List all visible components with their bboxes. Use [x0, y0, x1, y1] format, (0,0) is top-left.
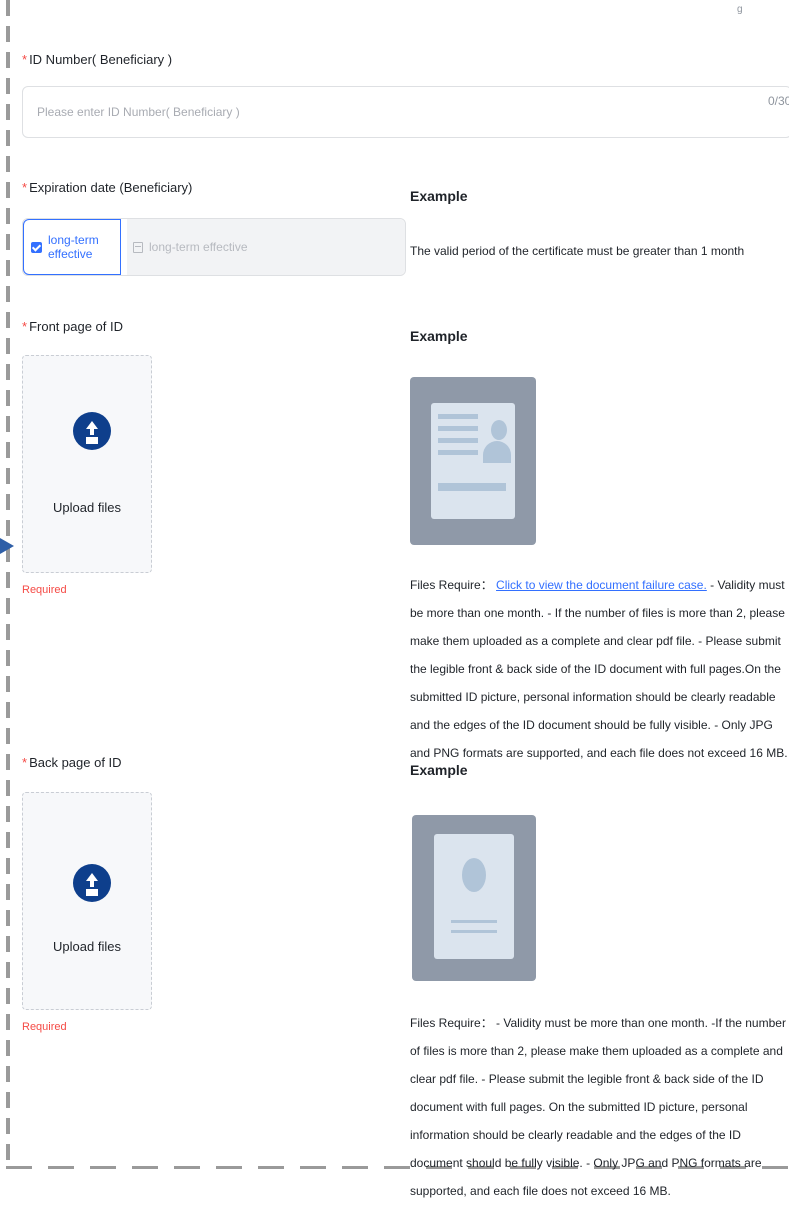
- upload-icon: [73, 412, 111, 450]
- id-number-label: * ID Number( Beneficiary ): [22, 52, 173, 67]
- long-term-checkbox-label: long-term effective: [48, 233, 99, 261]
- expiration-label: * Expiration date (Beneficiary): [22, 180, 193, 195]
- example-title-front: Example: [410, 328, 468, 344]
- upload-icon: [73, 864, 111, 902]
- front-page-label: * Front page of ID: [22, 319, 124, 334]
- back-upload-box[interactable]: Upload files: [22, 792, 152, 1010]
- dashed-border-left: [6, 0, 10, 1170]
- back-page-label: * Back page of ID: [22, 755, 122, 770]
- id-front-example-image: [410, 377, 536, 545]
- required-star: *: [22, 319, 28, 334]
- required-star: *: [22, 52, 28, 67]
- back-required-text: Required: [22, 1021, 67, 1033]
- front-required-text: Required: [22, 584, 67, 596]
- id-number-input[interactable]: Please enter ID Number( Beneficiary ): [22, 86, 789, 138]
- id-back-example-image: [412, 815, 536, 981]
- front-files-require: Files Require： Click to view the documen…: [410, 578, 788, 760]
- id-number-counter: 0/30: [768, 94, 789, 108]
- back-upload-label: Upload files: [53, 939, 121, 954]
- front-upload-box[interactable]: Upload files: [22, 355, 152, 573]
- long-term-checkbox[interactable]: long-term effective: [23, 219, 121, 275]
- required-star: *: [22, 180, 28, 195]
- expiration-date-input[interactable]: long-term effective: [127, 219, 405, 275]
- top-glyph: g: [737, 4, 743, 15]
- expiration-date-group: long-term effective long-term effective: [22, 218, 406, 276]
- validity-hint: The valid period of the certificate must…: [410, 244, 745, 258]
- front-upload-label: Upload files: [53, 500, 121, 515]
- expiration-date-placeholder: long-term effective: [149, 240, 248, 254]
- pointer-arrow-icon: [0, 538, 14, 554]
- example-title-validity: Example: [410, 188, 468, 204]
- document-failure-link[interactable]: Click to view the document failure case.: [496, 578, 707, 592]
- id-number-placeholder: Please enter ID Number( Beneficiary ): [37, 105, 240, 119]
- calendar-icon: [133, 241, 143, 253]
- example-title-back: Example: [410, 762, 468, 778]
- back-files-require: Files Require： - Validity must be more t…: [410, 1016, 786, 1198]
- required-star: *: [22, 755, 28, 770]
- checkbox-checked-icon: [31, 241, 42, 253]
